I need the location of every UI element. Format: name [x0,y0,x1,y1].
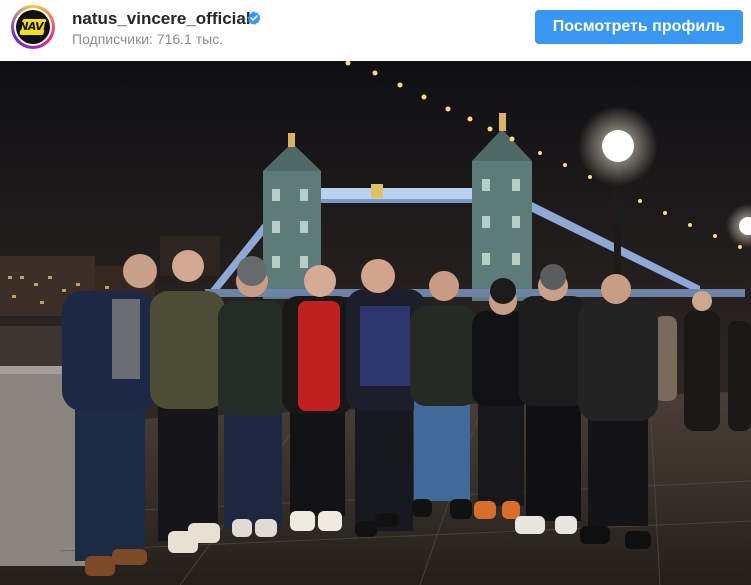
logo-wordmark: NAVI [19,20,47,33]
followers-count: Подписчики: 716.1 тыс. [72,31,224,47]
verified-badge-icon [247,11,261,25]
view-profile-button[interactable]: Посмотреть профиль [535,10,743,44]
post-header: NAVI natus_vincere_official Подписчики: … [0,0,751,61]
post-photo[interactable] [0,61,751,585]
avatar-ring: NAVI [14,8,52,46]
navi-logo-icon: NAVI [16,10,50,44]
avatar[interactable]: NAVI [11,5,55,49]
username-link[interactable]: natus_vincere_official [72,9,251,29]
